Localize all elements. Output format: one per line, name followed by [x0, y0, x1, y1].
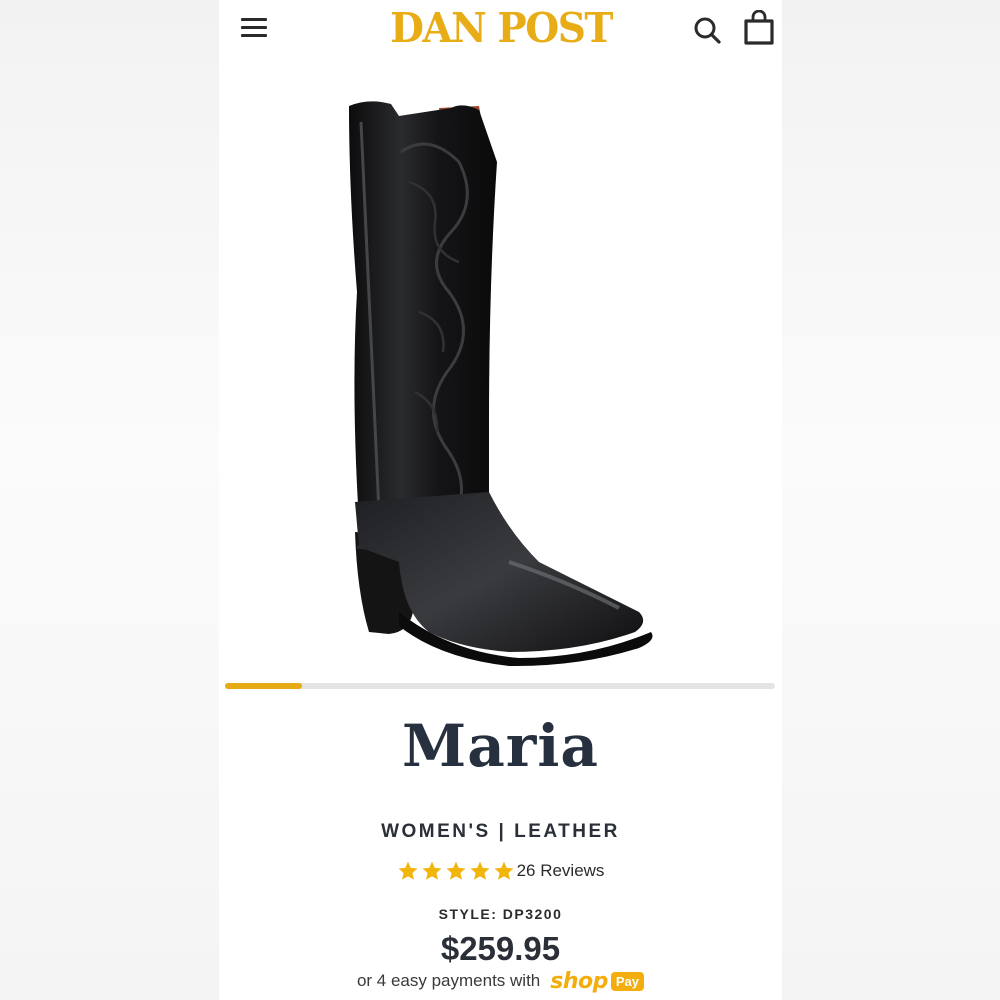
- hamburger-line: [241, 34, 267, 37]
- product-page: DAN POST Maria WOMEN'S | LEATHER 26 Revi…: [219, 0, 782, 1000]
- search-icon: [694, 17, 721, 44]
- star-icon: [398, 861, 418, 880]
- product-title: Maria: [402, 712, 599, 780]
- shopping-bag-icon: [744, 9, 774, 45]
- shop-pay-badge[interactable]: Pay: [610, 971, 645, 991]
- product-image-boot[interactable]: [339, 92, 659, 667]
- hamburger-icon: [241, 18, 267, 21]
- shop-pay-logo[interactable]: shop: [550, 969, 608, 994]
- rating-stars: [397, 860, 515, 882]
- background-right: [782, 0, 1000, 1000]
- star-icon: [446, 861, 466, 880]
- gallery-progress-fill: [225, 683, 302, 689]
- cart-button[interactable]: [743, 9, 775, 46]
- product-rating[interactable]: 26 Reviews: [219, 858, 782, 884]
- gallery-progress-bar[interactable]: [225, 683, 775, 689]
- style-number: STYLE: DP3200: [438, 906, 563, 922]
- product-price: $259.95: [440, 930, 561, 967]
- star-icon: [470, 861, 490, 880]
- installments-text: or 4 easy payments with: [356, 971, 541, 990]
- hamburger-line: [241, 26, 267, 29]
- search-button[interactable]: [693, 16, 723, 46]
- star-icon: [422, 861, 442, 880]
- background-left: [0, 0, 219, 1000]
- brand-logo[interactable]: DAN POST: [389, 3, 613, 54]
- reviews-link[interactable]: 26 Reviews: [517, 861, 605, 881]
- site-header: DAN POST: [219, 0, 782, 60]
- menu-button[interactable]: [241, 16, 269, 40]
- star-icon: [494, 861, 514, 880]
- installments-row: or 4 easy payments with shop Pay: [219, 968, 782, 994]
- product-category: WOMEN'S | LEATHER: [381, 821, 620, 842]
